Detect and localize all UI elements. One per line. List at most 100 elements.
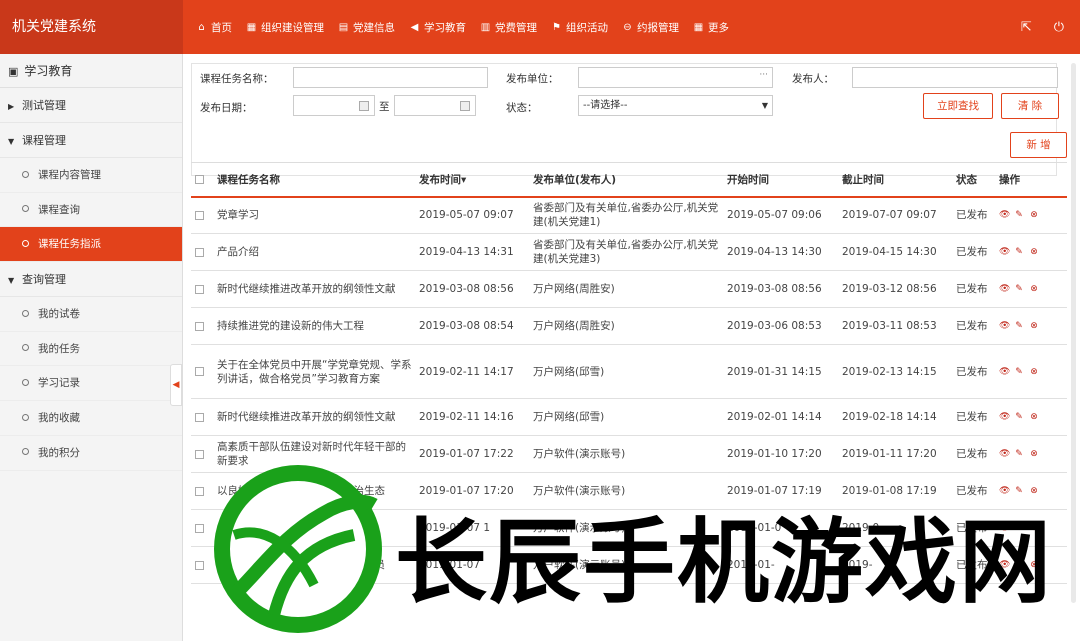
eye-icon[interactable]: 👁 [999, 321, 1010, 331]
cell-unit: 万户网络(周胜安) [529, 307, 723, 345]
date-to-input[interactable] [394, 95, 476, 116]
sidebar-item[interactable]: 学习记录 [0, 366, 182, 402]
cell-status: 已发布 [952, 233, 995, 271]
clear-button[interactable]: 清 除 [1001, 93, 1059, 119]
green-ball-logo-icon [214, 465, 382, 633]
sidebar-item[interactable]: 课程任务指派 [0, 227, 182, 263]
calendar-icon[interactable] [359, 101, 369, 111]
eye-icon[interactable]: 👁 [999, 284, 1010, 294]
sidebar-item[interactable]: 课程内容管理 [0, 158, 182, 193]
nav-item-label: 党建信息 [353, 21, 395, 34]
eye-icon[interactable]: 👁 [999, 412, 1010, 422]
cell-publish-time: 2019-02-11 14:17 [415, 344, 529, 399]
edit-icon[interactable]: ✎ [1014, 321, 1024, 331]
date-from-input[interactable] [293, 95, 375, 116]
row-checkbox[interactable] [195, 523, 204, 533]
delete-icon[interactable]: ⊗ [1029, 247, 1039, 257]
row-checkbox[interactable] [195, 284, 204, 294]
delete-icon[interactable]: ⊗ [1029, 210, 1039, 220]
edit-icon[interactable]: ✎ [1014, 210, 1024, 220]
row-checkbox[interactable] [195, 449, 204, 459]
sidebar: ▣ 学习教育 ▶ 测试管理 ▼ 课程管理 课程内容管理 课程查询 课程任务指派 ▼ 查询管理 我的试… [0, 54, 183, 641]
row-checkbox[interactable] [195, 412, 204, 422]
calendar-icon: ▥ [480, 21, 491, 33]
nav-item-6[interactable]: ⊖ 约报管理 [622, 20, 679, 35]
caret-right-icon: ▶ [8, 102, 15, 111]
cell-name: 新时代继续推进改革开放的纲领性文献 [213, 398, 415, 436]
nav-item-1[interactable]: ▦ 组织建设管理 [246, 20, 324, 35]
sidebar-item[interactable]: 课程查询 [0, 193, 182, 228]
circle-icon [22, 344, 29, 352]
row-checkbox[interactable] [195, 210, 204, 220]
nav-item-label: 首页 [211, 21, 232, 34]
eye-icon[interactable]: 👁 [999, 210, 1010, 220]
eye-icon[interactable]: 👁 [999, 247, 1010, 257]
row-checkbox[interactable] [195, 486, 204, 496]
edit-icon[interactable]: ✎ [1014, 247, 1024, 257]
cell-publish-time: 2019-03-08 08:56 [415, 270, 529, 308]
row-checkbox[interactable] [195, 367, 204, 376]
row-checkbox-cell [191, 307, 213, 345]
nav-item-0[interactable]: ⌂ 首页 [196, 20, 232, 35]
row-checkbox[interactable] [195, 321, 204, 331]
course-name-input[interactable] [293, 67, 488, 88]
row-checkbox[interactable] [195, 247, 204, 257]
nav-item-2[interactable]: ▤ 党建信息 [338, 20, 395, 35]
delete-icon[interactable]: ⊗ [1029, 412, 1039, 422]
filter-panel: 课程任务名称： 发布单位： ··· 发布人： 发布日期： 至 状态： --请选择… [191, 63, 1059, 176]
vertical-scrollbar[interactable] [1071, 63, 1076, 603]
sidebar-group[interactable]: ▼ 查询管理 [0, 262, 182, 298]
column-header[interactable]: 发布时间▾ [415, 162, 529, 198]
circle-icon [22, 309, 29, 317]
delete-icon[interactable]: ⊗ [1029, 321, 1039, 331]
collapse-sidebar-button[interactable]: ◀ [170, 364, 182, 406]
cell-publish-time: 2019-05-07 09:07 [415, 196, 529, 234]
sidebar-item[interactable]: 我的试卷 [0, 297, 182, 332]
unit-picker-button[interactable]: ··· [759, 70, 768, 80]
cell-status: 已发布 [952, 344, 995, 399]
sidebar-group[interactable]: ▼ 课程管理 [0, 123, 182, 158]
table-row[interactable]: 持续推进党的建设新的伟大工程 2019-03-08 08:54 万户网络(周胜安) 2… [191, 307, 1067, 345]
table-row[interactable]: 关于在全体党员中开展“学党章党规、学系列讲话，做合格党员”学习教育方案 2019-… [191, 344, 1067, 399]
select-all-checkbox[interactable] [195, 174, 204, 184]
publish-date-label: 发布日期： [200, 102, 253, 114]
sidebar-item-label: 学习记录 [38, 377, 80, 390]
add-button[interactable]: 新 增 [1010, 132, 1067, 158]
delete-icon[interactable]: ⊗ [1029, 284, 1039, 294]
nav-item-3[interactable]: ◀ 学习教育 [409, 20, 466, 35]
edit-icon[interactable]: ✎ [1014, 284, 1024, 294]
calendar-icon[interactable] [460, 101, 470, 111]
sidebar-item[interactable]: 我的收藏 [0, 401, 182, 436]
table-row[interactable]: 新时代继续推进改革开放的纲领性文献 2019-02-11 14:16 万户网络(邱雪… [191, 398, 1067, 436]
nav-item-5[interactable]: ⚑ 组织活动 [551, 20, 608, 35]
eye-icon[interactable]: 👁 [999, 367, 1010, 377]
date-range-separator: 至 [379, 101, 390, 113]
table-row[interactable]: 新时代继续推进改革开放的纲领性文献 2019-03-08 08:56 万户网络(周胜… [191, 270, 1067, 308]
sidebar-item[interactable]: 我的积分 [0, 436, 182, 471]
search-button[interactable]: 立即查找 [923, 93, 993, 119]
flag-icon: ⚑ [552, 21, 561, 33]
publisher-unit-label: 发布单位： [506, 73, 559, 85]
power-icon[interactable]: ⏻ [1054, 20, 1064, 35]
sidebar-group[interactable]: ▶ 测试管理 [0, 88, 182, 123]
column-header: 发布单位(发布人) [529, 162, 723, 198]
edit-icon[interactable]: ✎ [1014, 367, 1024, 377]
sidebar-item-label: 我的任务 [38, 342, 80, 355]
cell-publish-time: 2019-02-11 14:16 [415, 398, 529, 436]
delete-icon[interactable]: ⊗ [1029, 367, 1039, 377]
edit-icon[interactable]: ✎ [1014, 412, 1024, 422]
nav-item-4[interactable]: ▥ 党费管理 [480, 20, 537, 35]
caret-down-icon: ▼ [8, 137, 15, 146]
publisher-input[interactable] [852, 67, 1058, 88]
sidebar-item[interactable]: 我的任务 [0, 332, 182, 367]
nav-item-7[interactable]: ▦ 更多 [693, 20, 729, 35]
table-row[interactable]: 产品介绍 2019-04-13 14:31 省委部门及有关单位,省委办公厅,机关党建… [191, 233, 1067, 271]
cell-unit: 万户网络(邱雪) [529, 398, 723, 436]
publisher-unit-input[interactable]: ··· [578, 67, 773, 88]
table-row[interactable]: 党章学习 2019-05-07 09:07 省委部门及有关单位,省委办公厅,机关党建… [191, 196, 1067, 234]
status-select[interactable]: --请选择-- ▼ [578, 95, 773, 116]
circle-icon [22, 378, 29, 386]
export-icon[interactable]: ⇱ [1021, 20, 1032, 35]
home-icon: ⌂ [198, 21, 205, 33]
row-checkbox[interactable] [195, 560, 204, 570]
